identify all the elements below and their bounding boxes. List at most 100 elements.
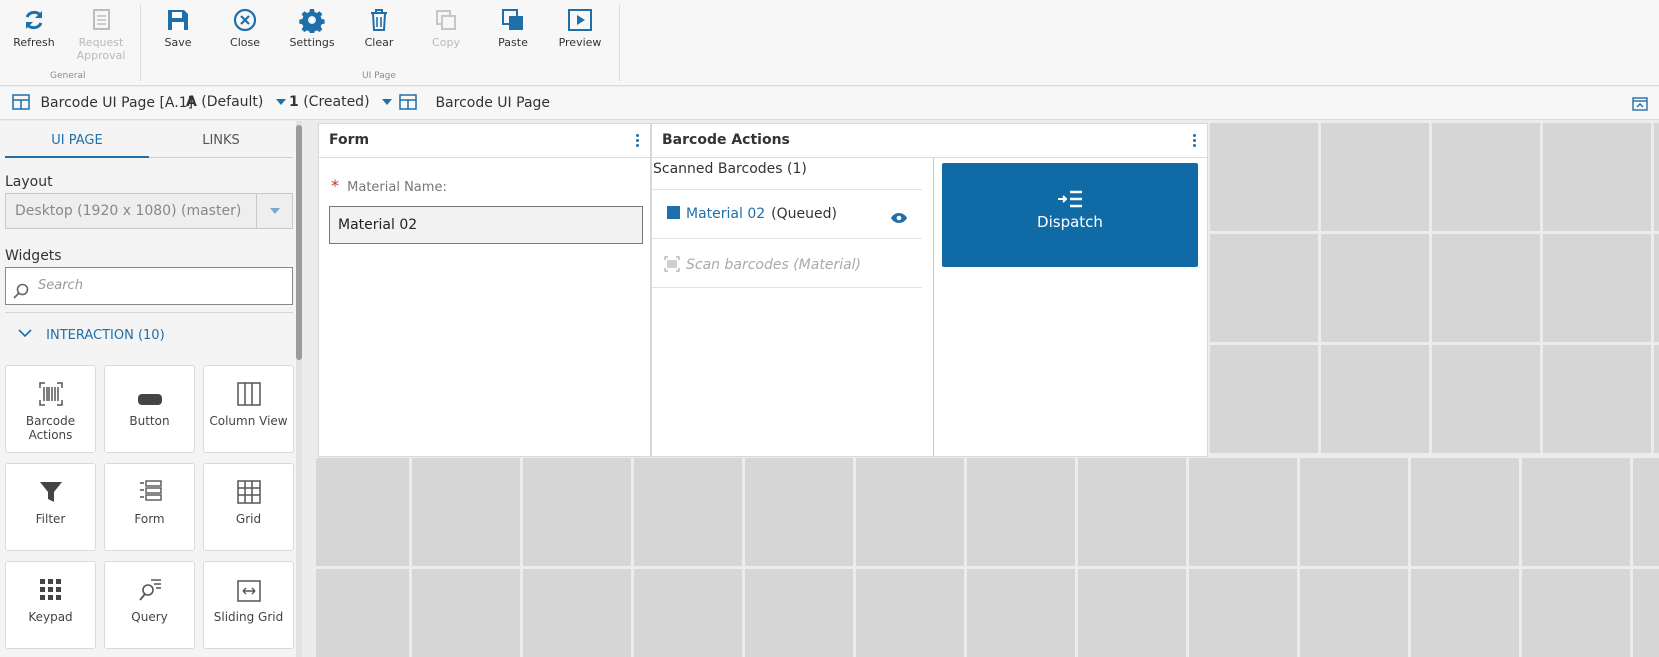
empty-cell[interactable] [967,458,1075,566]
widget-filter[interactable]: Filter [5,463,96,551]
request-approval-button[interactable]: Request Approval [70,4,132,62]
empty-cell[interactable] [1543,234,1651,342]
empty-cell[interactable] [1321,123,1429,231]
empty-cell[interactable] [1300,569,1408,657]
more-options-icon[interactable] [1193,134,1197,149]
copy-label: Copy [432,36,460,49]
save-button[interactable]: Save [147,4,209,49]
chevron-down-icon[interactable] [256,194,292,228]
layout-page-link[interactable]: Barcode UI Page [399,94,550,111]
empty-cell[interactable] [1189,458,1297,566]
empty-cell[interactable] [745,458,853,566]
empty-cell[interactable] [1411,569,1519,657]
more-options-icon[interactable] [636,134,640,149]
empty-cell[interactable] [1654,123,1659,231]
divider [652,238,922,239]
keypad-icon [6,562,95,606]
scanned-item[interactable]: Material 02 (Queued) [667,206,837,222]
copy-button[interactable]: Copy [415,4,477,49]
dispatch-label: Dispatch [1037,213,1103,231]
widget-keypad[interactable]: Keypad [5,561,96,649]
empty-cell[interactable] [1210,345,1318,453]
empty-cell[interactable] [1522,569,1630,657]
group-label-general: General [50,71,86,81]
column-divider [933,158,934,456]
empty-cell[interactable] [1543,123,1651,231]
dispatch-button[interactable]: Dispatch [942,163,1198,267]
empty-cell[interactable] [1210,234,1318,342]
scrollbar-thumb[interactable] [296,125,302,360]
panel-tabs: UI PAGE LINKS [5,125,293,158]
empty-cell[interactable] [1321,345,1429,453]
form-widget[interactable]: Form * Material Name: Material 02 [318,123,651,457]
interaction-group-toggle[interactable]: INTERACTION (10) [18,328,165,343]
form-title-text: Form [329,132,370,148]
empty-cell[interactable] [1432,345,1540,453]
empty-cell[interactable] [1432,234,1540,342]
empty-cell[interactable] [1210,123,1318,231]
widget-search-input[interactable]: Search [5,267,293,305]
scanned-item-name[interactable]: Material 02 [686,206,765,222]
eye-icon[interactable] [890,209,908,228]
empty-cell[interactable] [1078,458,1186,566]
collapse-panel-icon[interactable] [1632,96,1648,115]
settings-button[interactable]: Settings [281,4,343,49]
empty-cell[interactable] [1432,123,1540,231]
empty-cell[interactable] [523,569,631,657]
empty-cell[interactable] [1078,569,1186,657]
widget-button[interactable]: Button [104,365,195,453]
empty-cell[interactable] [412,458,520,566]
page-selector[interactable]: Barcode UI Page [A.1] [12,94,193,111]
empty-cell[interactable] [1654,234,1659,342]
widget-query[interactable]: Query [104,561,195,649]
widget-label: Grid [235,512,262,526]
widget-sliding-grid[interactable]: Sliding Grid [203,561,294,649]
layout-select[interactable]: Desktop (1920 x 1080) (master) [5,193,293,229]
empty-cell[interactable] [1411,458,1519,566]
empty-cell[interactable] [634,569,742,657]
empty-cell[interactable] [1321,234,1429,342]
widget-label: Keypad [28,610,73,624]
tab-links[interactable]: LINKS [149,125,293,158]
paste-button[interactable]: Paste [482,4,544,49]
empty-cell[interactable] [412,569,520,657]
material-name-field[interactable]: Material 02 [329,206,643,244]
empty-cell[interactable] [1522,458,1630,566]
form-icon [105,464,194,508]
widget-form[interactable]: Form [104,463,195,551]
empty-cell[interactable] [856,458,964,566]
close-button[interactable]: Close [214,4,276,49]
preview-button[interactable]: Preview [549,4,611,49]
search-icon [13,278,29,314]
group-header-label: INTERACTION (10) [46,328,165,343]
empty-cell[interactable] [967,569,1075,657]
empty-cell[interactable] [523,458,631,566]
form-widget-title: Form [319,124,650,158]
empty-cell[interactable] [1189,569,1297,657]
empty-cell[interactable] [1543,345,1651,453]
empty-cell[interactable] [856,569,964,657]
revision-dropdown[interactable]: A (Default) [186,94,286,110]
empty-cell[interactable] [1300,458,1408,566]
page-name: Barcode UI Page [A.1] [40,95,194,111]
scan-barcodes-input[interactable]: Scan barcodes (Material) [664,256,861,276]
scan-placeholder: Scan barcodes (Material) [686,257,862,273]
clear-button[interactable]: Clear [348,4,410,49]
empty-cell[interactable] [316,569,409,657]
version-dropdown[interactable]: 1 (Created) [289,94,392,110]
empty-cell[interactable] [1633,458,1659,566]
divider [652,189,922,190]
version-number: 1 [289,94,299,110]
widget-column-view[interactable]: Column View [203,365,294,453]
refresh-button[interactable]: Refresh [3,4,65,49]
widget-grid[interactable]: Grid [203,463,294,551]
empty-cell[interactable] [745,569,853,657]
widget-barcode-actions[interactable]: Barcode Actions [5,365,96,453]
empty-cell[interactable] [316,458,409,566]
empty-cell[interactable] [1654,345,1659,453]
empty-cell[interactable] [1633,569,1659,657]
empty-cell[interactable] [634,458,742,566]
tab-ui-page[interactable]: UI PAGE [5,125,149,158]
barcode-title-text: Barcode Actions [662,132,790,148]
copy-icon [415,4,477,36]
